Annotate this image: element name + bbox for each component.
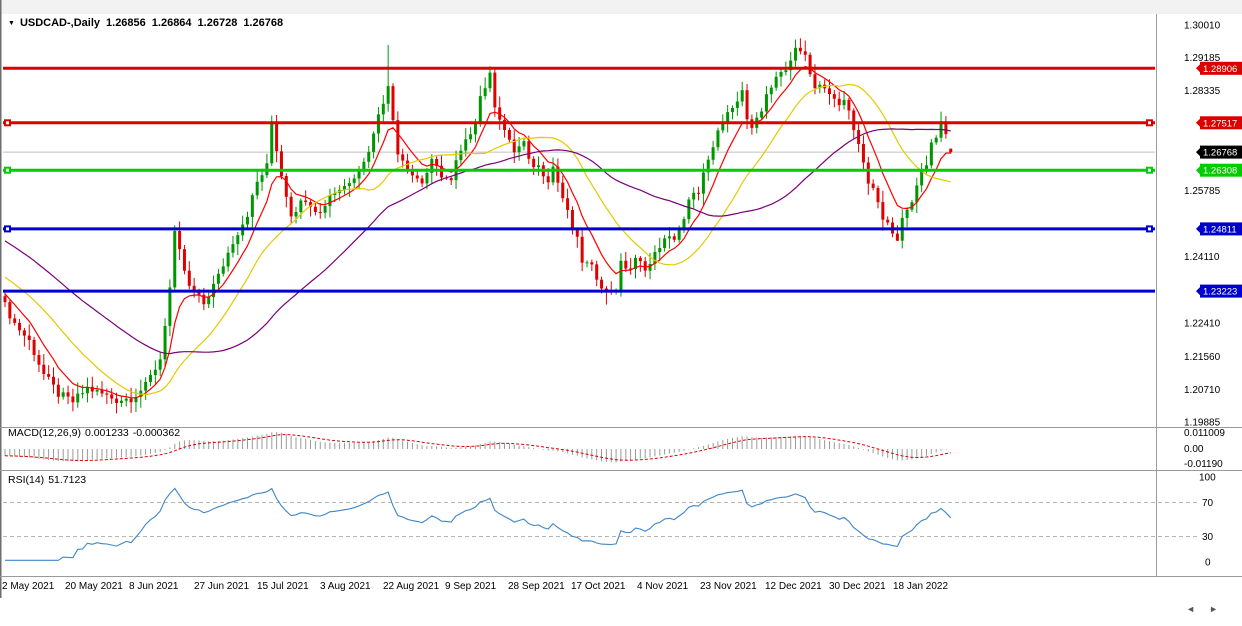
svg-text:1.22410: 1.22410	[1184, 319, 1221, 330]
chart-canvas[interactable]: 1.300101.291851.283351.257851.241101.224…	[0, 0, 1242, 626]
ohlc-low: 1.26728	[198, 17, 238, 29]
svg-text:0: 0	[1205, 558, 1211, 569]
svg-text:15 Jul 2021: 15 Jul 2021	[257, 581, 309, 592]
svg-text:9 Sep 2021: 9 Sep 2021	[445, 581, 497, 592]
svg-text:1.27517: 1.27517	[1203, 118, 1237, 129]
macd-signal-value: -0.000362	[133, 427, 180, 439]
symbol-dropdown-arrow-icon[interactable]: ▼	[8, 20, 15, 27]
svg-text:27 Jun 2021: 27 Jun 2021	[194, 581, 249, 592]
svg-text:1.20710: 1.20710	[1184, 385, 1221, 396]
rsi-name: RSI(14)	[8, 474, 44, 486]
terminal-window: M5M15M30H1H4D1W1MN 1.300101.291851.28335…	[0, 0, 1242, 626]
svg-text:1.23223: 1.23223	[1203, 287, 1237, 298]
svg-text:1.28906: 1.28906	[1203, 64, 1237, 75]
svg-text:30 Dec 2021: 30 Dec 2021	[829, 581, 886, 592]
svg-text:1.24110: 1.24110	[1184, 252, 1220, 263]
ohlc-close: 1.26768	[243, 17, 283, 29]
tab-scroll-arrows[interactable]: ◄►	[1186, 604, 1232, 614]
svg-text:2 May 2021: 2 May 2021	[2, 581, 55, 592]
svg-text:23 Nov 2021: 23 Nov 2021	[700, 581, 757, 592]
rsi-value: 51.7123	[48, 474, 86, 486]
macd-indicator-label: MACD(12,26,9) 0.001233 -0.000362	[8, 427, 184, 439]
svg-text:18 Jan 2022: 18 Jan 2022	[893, 581, 948, 592]
ohlc-open: 1.26856	[106, 17, 146, 29]
svg-text:1.19885: 1.19885	[1184, 418, 1221, 429]
svg-text:1.24811: 1.24811	[1203, 224, 1237, 235]
svg-text:1.28335: 1.28335	[1184, 86, 1221, 97]
svg-text:0.011009: 0.011009	[1184, 428, 1225, 439]
svg-text:20 May 2021: 20 May 2021	[65, 581, 123, 592]
svg-text:1.26308: 1.26308	[1203, 166, 1237, 177]
macd-main-value: 0.001233	[85, 427, 129, 439]
svg-text:22 Aug 2021: 22 Aug 2021	[383, 581, 440, 592]
svg-text:0.00: 0.00	[1184, 444, 1204, 455]
chart-symbol-label: USDCAD-,Daily	[20, 17, 100, 29]
date-axis[interactable]: 2 May 2021 20 May 2021 8 Jun 2021 27 Jun 20…	[2, 581, 948, 592]
ohlc-high: 1.26864	[152, 17, 192, 29]
svg-text:28 Sep 2021: 28 Sep 2021	[508, 581, 565, 592]
svg-text:17 Oct 2021: 17 Oct 2021	[571, 581, 626, 592]
window-left-edge	[0, 0, 2, 598]
svg-text:70: 70	[1202, 498, 1214, 509]
svg-text:-0.01190: -0.01190	[1184, 459, 1223, 470]
svg-text:1.21560: 1.21560	[1184, 352, 1221, 363]
svg-text:8 Jun 2021: 8 Jun 2021	[129, 581, 179, 592]
svg-text:1.26768: 1.26768	[1203, 148, 1237, 159]
rsi-indicator-label: RSI(14) 51.7123	[8, 474, 90, 486]
svg-text:30: 30	[1202, 532, 1214, 543]
chart-title: ▼ USDCAD-,Daily 1.26856 1.26864 1.26728 1.267…	[8, 17, 283, 29]
svg-text:1.25785: 1.25785	[1184, 186, 1221, 197]
svg-text:4 Nov 2021: 4 Nov 2021	[637, 581, 689, 592]
svg-text:1.30010: 1.30010	[1184, 21, 1221, 32]
svg-text:3 Aug 2021: 3 Aug 2021	[320, 581, 371, 592]
macd-name: MACD(12,26,9)	[8, 427, 81, 439]
svg-text:100: 100	[1199, 473, 1216, 484]
svg-text:12 Dec 2021: 12 Dec 2021	[765, 581, 822, 592]
